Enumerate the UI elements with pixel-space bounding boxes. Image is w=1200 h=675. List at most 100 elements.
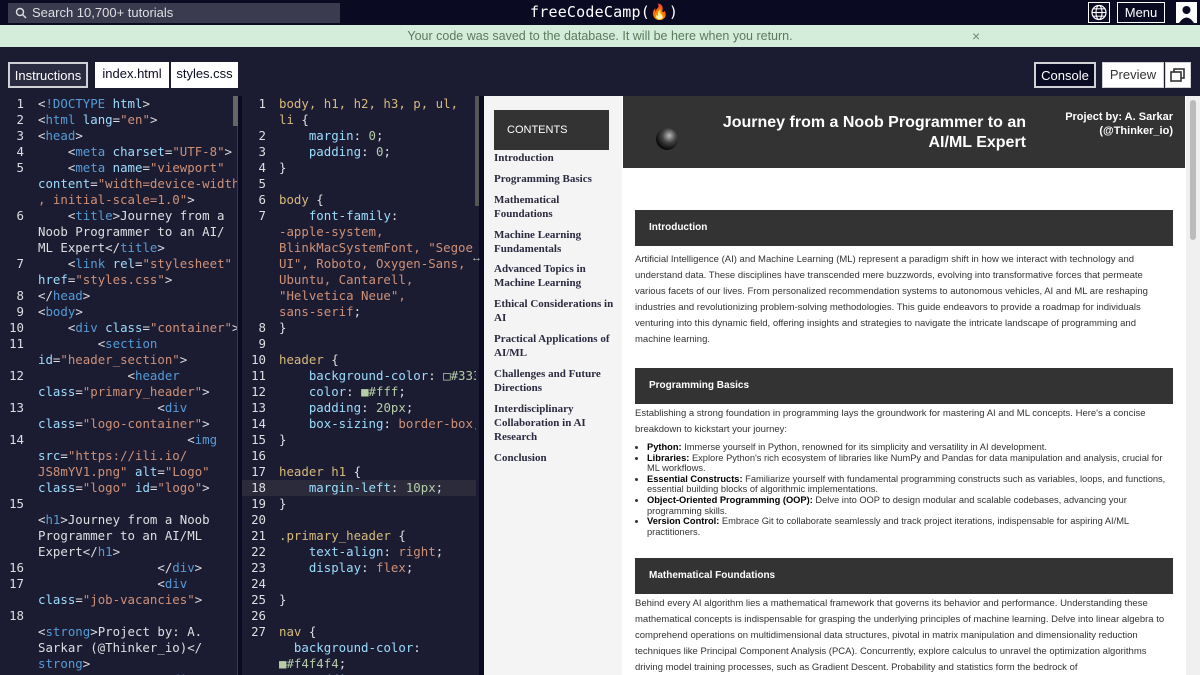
nav-link[interactable]: Machine Learning Fundamentals [494,228,614,256]
code-line[interactable]: class="primary_header"> [0,384,237,400]
code-line[interactable]: 6 body { [242,192,476,208]
code-line[interactable]: <h1>Journey from a Noob [0,512,237,528]
code-line[interactable]: 9 <body> [0,304,237,320]
tab-styles-css[interactable]: styles.css [171,62,238,88]
code-line[interactable]: 7 font-family: [242,208,476,224]
code-line[interactable]: 12 color: ■#fff; [242,384,476,400]
nav-link[interactable]: Mathematical Foundations [494,193,614,221]
tab-index-html[interactable]: index.html [95,62,169,88]
code-line[interactable]: -apple-system, [242,224,476,240]
code-line[interactable]: , initial-scale=1.0"> [0,192,237,208]
code-line[interactable]: 2 margin: 0; [242,128,476,144]
preview-button[interactable]: Preview [1102,62,1164,88]
code-line[interactable]: Noob Programmer to an AI/ [0,224,237,240]
code-line[interactable]: 14 box-sizing: border-box; [242,416,476,432]
code-line[interactable]: 26 [242,608,476,624]
code-line[interactable]: 2 <html lang="en"> [0,112,237,128]
code-line[interactable]: 14 <img [0,432,237,448]
code-line[interactable]: ■#f4f4f4; [242,656,476,672]
code-line[interactable]: UI", Roboto, Oxygen-Sans, [242,256,476,272]
code-line[interactable]: 23 display: flex; [242,560,476,576]
code-line[interactable]: 16 [242,448,476,464]
nav-link[interactable]: Advanced Topics in Machine Learning [494,262,614,290]
code-line[interactable]: id="header_section"> [0,352,237,368]
line-number: 25 [251,592,266,607]
code-line[interactable]: Ubuntu, Cantarell, [242,272,476,288]
code-line[interactable]: Expert</h1> [0,544,237,560]
code-line[interactable]: 13 padding: 20px; [242,400,476,416]
close-alert-button[interactable]: × [972,25,980,47]
console-button[interactable]: Console [1034,62,1096,88]
detach-preview-button[interactable] [1165,62,1191,88]
search-input[interactable]: Search 10,700+ tutorials [8,3,340,23]
code-line[interactable]: BlinkMacSystemFont, "Segoe [242,240,476,256]
resize-arrows-icon[interactable]: ↔ [471,252,482,264]
code-line[interactable]: 12 <header [0,368,237,384]
code-line[interactable]: 18 margin-left: 10px; [242,480,476,496]
nav-link[interactable]: Introduction [494,151,614,165]
code-line[interactable]: 15 [0,496,237,512]
code-line[interactable]: 18 [0,608,237,624]
code-line[interactable]: 11 background-color: □#333 [242,368,476,384]
code-line[interactable]: sans-serif; [242,304,476,320]
code-line[interactable]: 9 [242,336,476,352]
preview-scrollbar[interactable] [1186,96,1200,675]
code-line[interactable]: 7 <link rel="stylesheet" [0,256,237,272]
code-line[interactable]: 22 text-align: right; [242,544,476,560]
css-code-editor[interactable]: 1 body, h1, h2, h3, p, ul, li {2 margin: 0… [242,96,476,675]
code-line[interactable]: 17 <div [0,576,237,592]
code-line[interactable]: 6 <title>Journey from a [0,208,237,224]
code-line[interactable]: Sarkar (@Thinker_io)</ [0,640,237,656]
nav-link[interactable]: Practical Applications of AI/ML [494,332,614,360]
instructions-button[interactable]: Instructions [8,62,88,88]
code-line[interactable]: 16 </div> [0,560,237,576]
code-line[interactable]: strong> [0,656,237,672]
code-line[interactable]: class="logo" id="logo"> [0,480,237,496]
code-line[interactable]: "Helvetica Neue", [242,288,476,304]
language-button[interactable] [1088,2,1110,23]
code-line[interactable]: 4} [242,160,476,176]
code-line[interactable]: 25} [242,592,476,608]
code-line[interactable]: 3 <head> [0,128,237,144]
code-line[interactable]: ML Expert</title> [0,240,237,256]
code-line[interactable]: 5 [242,176,476,192]
code-line[interactable]: 11 <section [0,336,237,352]
avatar[interactable] [1176,2,1197,23]
code-line[interactable]: 10 header { [242,352,476,368]
code-line[interactable]: content="width=device-width [0,176,237,192]
code-line[interactable]: Programmer to an AI/ML [0,528,237,544]
code-line[interactable]: 15} [242,432,476,448]
html-code-editor[interactable]: 1 <!DOCTYPE html> 2 <html lang="en"> 3 <head>… [0,96,238,675]
code-line[interactable]: 17 header h1 { [242,464,476,480]
scrollbar-thumb[interactable] [1190,100,1196,240]
nav-link[interactable]: Conclusion [494,451,614,465]
code-line[interactable]: 10 <div class="container"> [0,320,237,336]
code-line[interactable]: background-color: [242,640,476,656]
nav-link[interactable]: Programming Basics [494,172,614,186]
code-line[interactable]: class="logo-container"> [0,416,237,432]
code-line[interactable]: 13 <div [0,400,237,416]
menu-button[interactable]: Menu [1117,2,1165,23]
code-line[interactable]: li { [242,112,476,128]
code-line[interactable]: src="https://ili.io/ [0,448,237,464]
code-line[interactable]: 5 <meta name="viewport" [0,160,237,176]
code-line[interactable]: 21 .primary_header { [242,528,476,544]
nav-link[interactable]: Challenges and Future Directions [494,367,614,395]
code-line[interactable]: 4 <meta charset="UTF-8"> [0,144,237,160]
code-line[interactable]: 1 body, h1, h2, h3, p, ul, [242,96,476,112]
code-line[interactable]: 3 padding: 0; [242,144,476,160]
code-line[interactable]: 20 [242,512,476,528]
code-line[interactable]: JS8mYV1.png" alt="Logo" [0,464,237,480]
nav-link[interactable]: Ethical Considerations in AI [494,297,614,325]
code-line[interactable]: 8 </head> [0,288,237,304]
code-line[interactable]: href="styles.css"> [0,272,237,288]
code-line[interactable]: class="job-vacancies"> [0,592,237,608]
brand-logo[interactable]: freeCodeCamp(🔥) [530,3,678,21]
code-line[interactable]: 27 nav { [242,624,476,640]
code-line[interactable]: <strong>Project by: A. [0,624,237,640]
nav-link[interactable]: Interdisciplinary Collaboration in AI Re… [494,402,614,444]
code-line[interactable]: 8} [242,320,476,336]
code-line[interactable]: 1 <!DOCTYPE html> [0,96,237,112]
code-line[interactable]: 24 [242,576,476,592]
code-line[interactable]: 19} [242,496,476,512]
